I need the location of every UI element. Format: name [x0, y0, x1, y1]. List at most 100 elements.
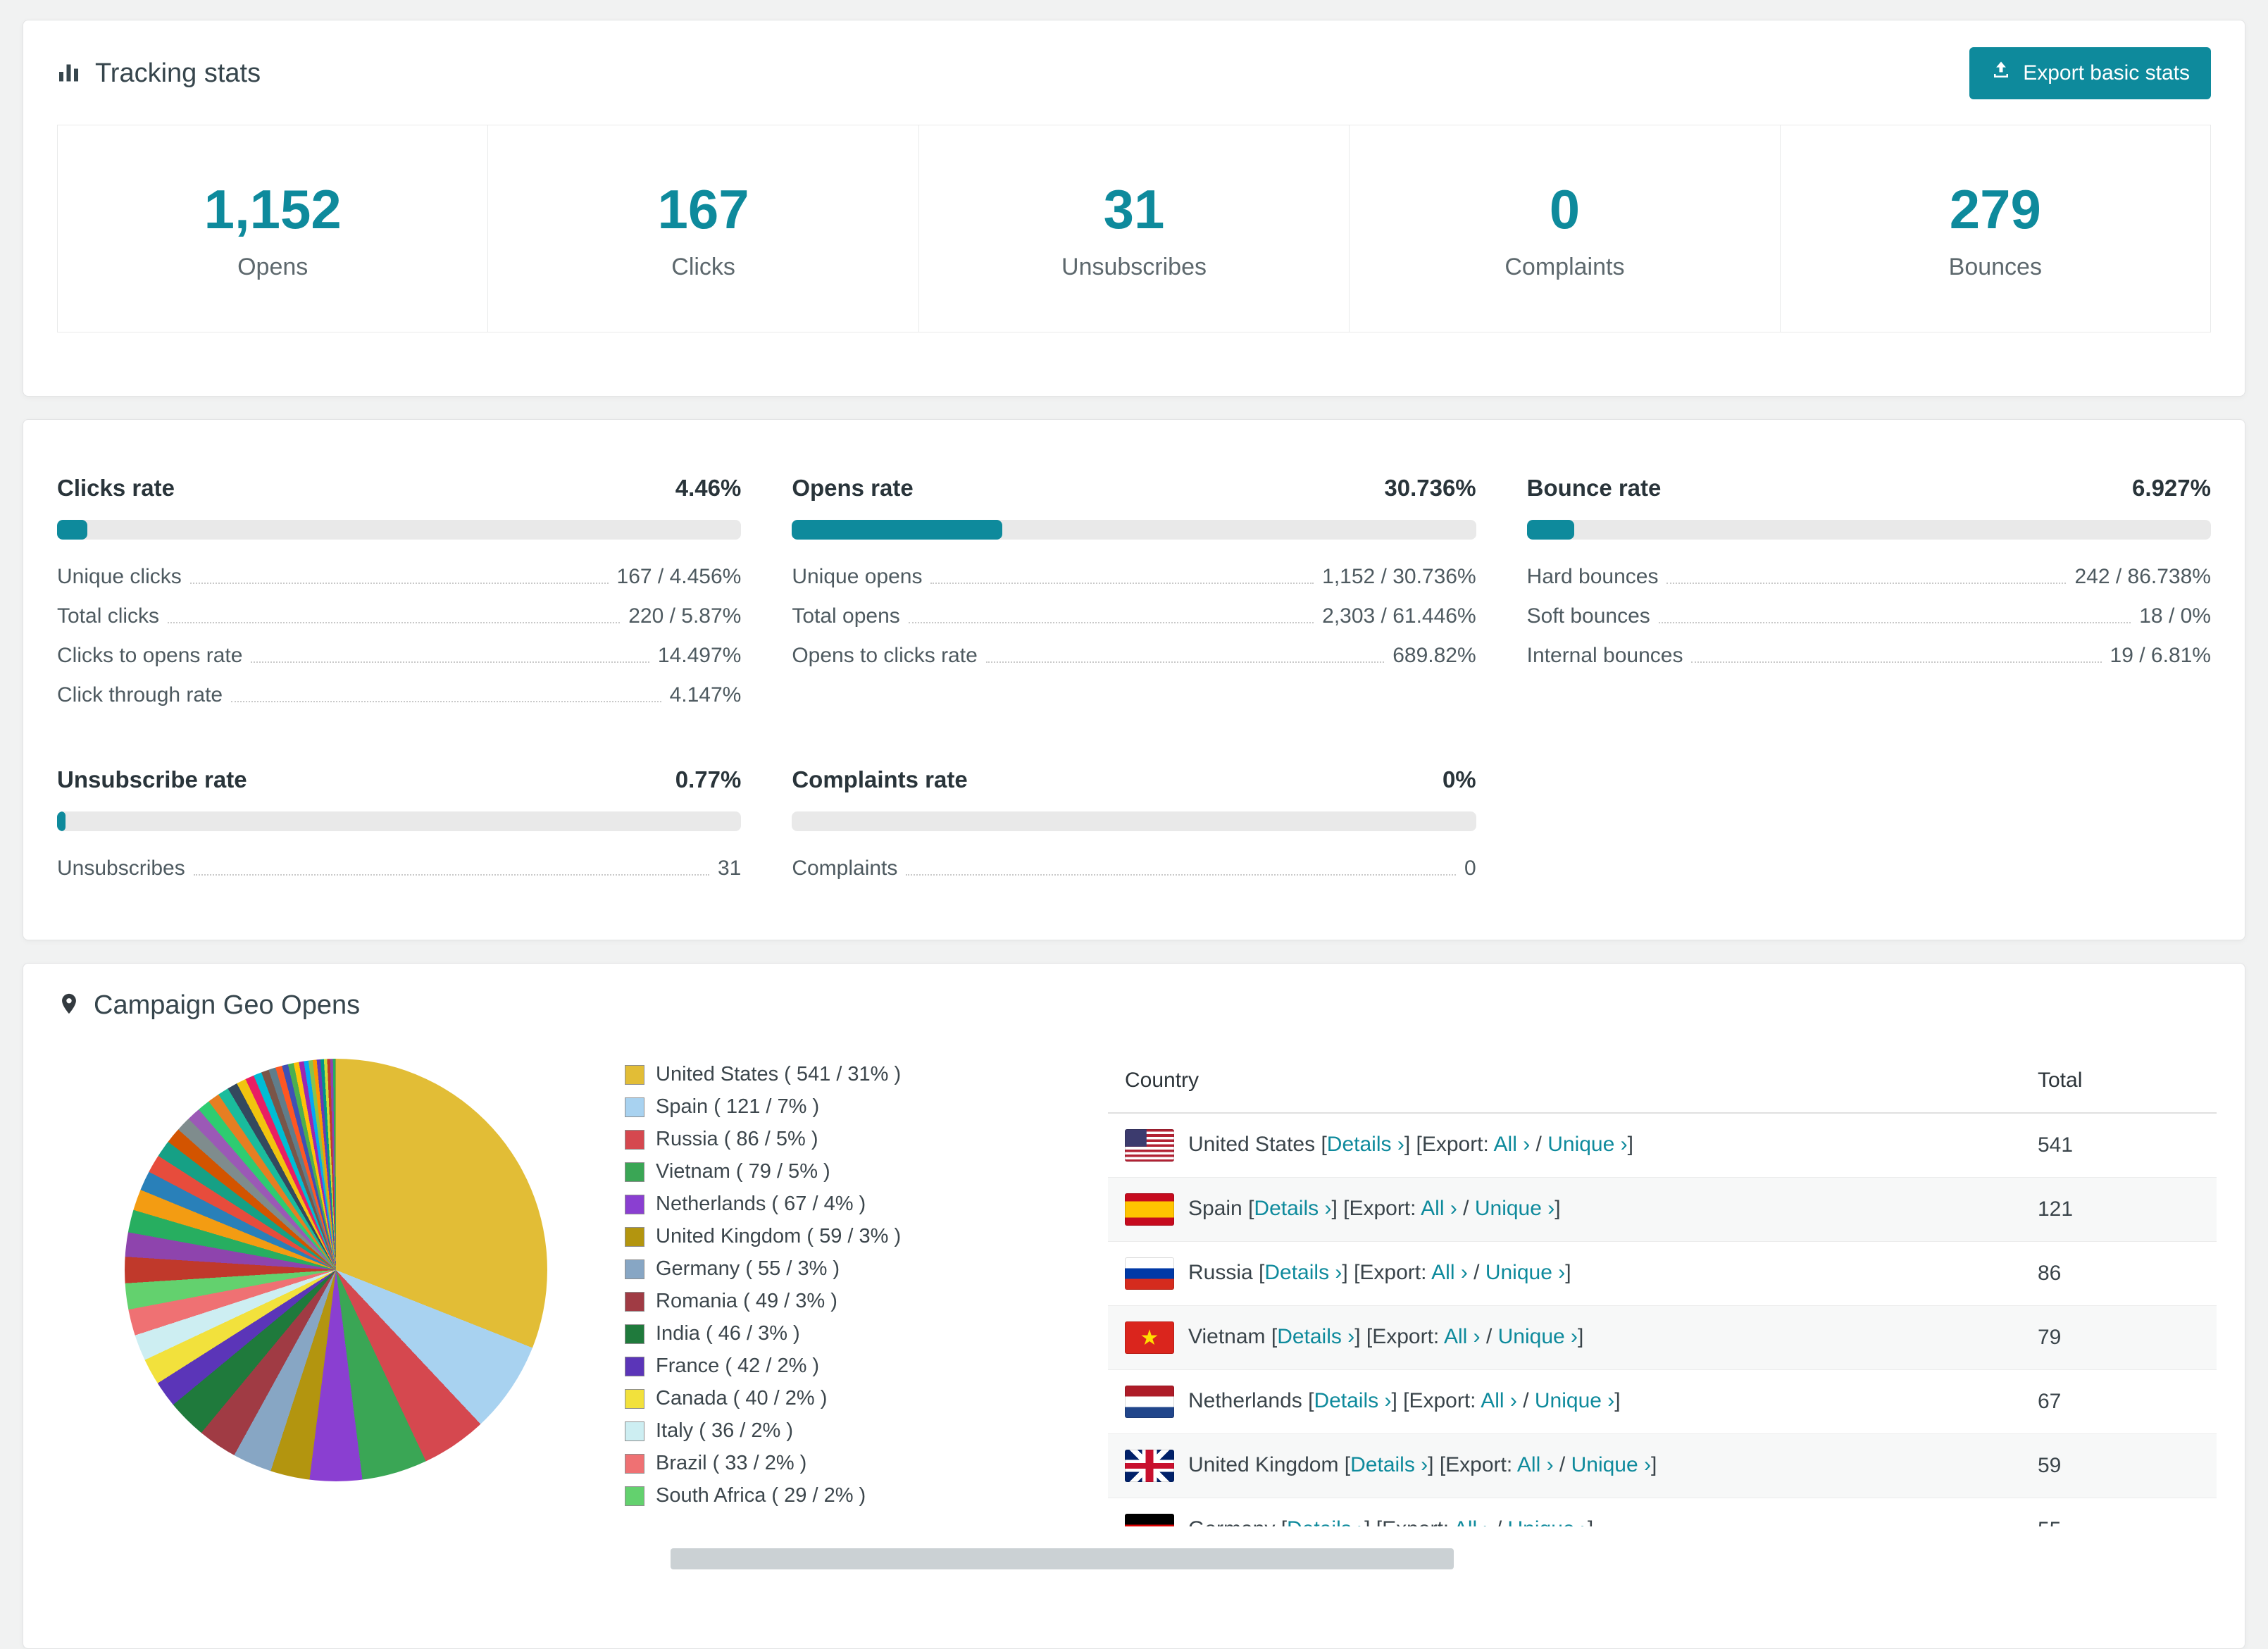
dotted-leader [168, 622, 621, 623]
country-total: 67 [2021, 1369, 2217, 1434]
export-all-link[interactable]: All › [1517, 1453, 1554, 1476]
legend-item: Brazil ( 33 / 2% ) [625, 1452, 1047, 1475]
rate-progress-bar [1526, 520, 2211, 540]
metric-rows: Complaints 0 [792, 857, 1476, 880]
rate-progress-bar [57, 811, 742, 831]
rate-progress-fill [57, 520, 88, 540]
geo-pie-chart [125, 1059, 547, 1481]
metric-row: Hard bounces 242 / 86.738% [1527, 565, 2211, 589]
tracking-stats-card: Tracking stats Export basic stats 1,152 … [23, 20, 2245, 397]
bracket: ] [1565, 1260, 1571, 1284]
stat-box: 279 Bounces [1779, 125, 2212, 332]
export-unique-link[interactable]: Unique › [1498, 1325, 1578, 1348]
stat-value: 279 [1949, 178, 2041, 240]
legend-swatch [625, 1453, 644, 1474]
separator: / [1530, 1132, 1548, 1156]
export-all-link[interactable]: All › [1494, 1133, 1531, 1156]
metric-value: 0 [1464, 857, 1476, 880]
details-link[interactable]: Details › [1314, 1389, 1391, 1412]
metric-value: 220 / 5.87% [628, 604, 742, 628]
country-flag-icon [1125, 1514, 1174, 1526]
table-row: United States [Details ›] [Export: All ›… [1108, 1113, 2217, 1178]
rate-percent: 0.77% [675, 766, 742, 792]
export-all-link[interactable]: All › [1481, 1389, 1517, 1412]
stat-label: Clicks [671, 254, 735, 280]
export-all-link[interactable]: All › [1444, 1325, 1481, 1348]
export-unique-link[interactable]: Unique › [1475, 1197, 1554, 1220]
legend-label: France ( 42 / 2% ) [656, 1355, 820, 1377]
export-unique-link[interactable]: Unique › [1535, 1389, 1614, 1412]
rate-progress-fill [792, 520, 1002, 540]
details-link[interactable]: Details › [1264, 1261, 1342, 1284]
export-all-link[interactable]: All › [1431, 1261, 1468, 1284]
legend-label: Canada ( 40 / 2% ) [656, 1387, 828, 1410]
legend-label: South Africa ( 29 / 2% ) [656, 1484, 866, 1507]
legend-item: India ( 46 / 3% ) [625, 1322, 1047, 1345]
country-name: Spain [1188, 1196, 1242, 1220]
metric-label: Total clicks [57, 604, 160, 628]
metric-label: Unique clicks [57, 565, 182, 588]
separator: / [1516, 1388, 1535, 1412]
geo-table-header-row: Country Total [1108, 1049, 2217, 1114]
legend-label: United Kingdom ( 59 / 3% ) [656, 1225, 902, 1247]
rate-panel: Opens rate 30.736% Unique opens 1,152 / … [792, 475, 1476, 707]
export-all-link[interactable]: All › [1421, 1197, 1457, 1220]
export-unique-link[interactable]: Unique › [1571, 1453, 1651, 1476]
horizontal-scrollbar-thumb[interactable] [671, 1548, 1454, 1569]
export-all-link[interactable]: All › [1454, 1517, 1490, 1526]
export-unique-link[interactable]: Unique › [1508, 1517, 1588, 1526]
page: Tracking stats Export basic stats 1,152 … [0, 0, 2268, 1649]
metric-value: 31 [717, 857, 742, 880]
country-total: 121 [2021, 1177, 2217, 1242]
country-total: 59 [2021, 1433, 2217, 1498]
geo-opens-header: Campaign Geo Opens [23, 964, 2245, 1042]
legend-item: Romania ( 49 / 3% ) [625, 1290, 1047, 1313]
table-row: Vietnam [Details ›] [Export: All › / Uni… [1108, 1305, 2217, 1370]
country-total: 55 [2021, 1498, 2217, 1526]
details-link[interactable]: Details › [1254, 1197, 1331, 1220]
metric-row: Soft bounces 18 / 0% [1527, 604, 2211, 628]
stats-row: 1,152 Opens 167 Clicks 31 Unsubscribes 0… [57, 125, 2212, 332]
details-link[interactable]: Details › [1350, 1453, 1428, 1476]
metric-label: Total opens [792, 604, 900, 628]
legend-label: Romania ( 49 / 3% ) [656, 1290, 837, 1312]
export-unique-link[interactable]: Unique › [1485, 1261, 1565, 1284]
stat-label: Unsubscribes [1061, 254, 1207, 280]
bracket: [ [1252, 1260, 1265, 1284]
export-unique-link[interactable]: Unique › [1547, 1133, 1627, 1156]
geo-table-wrap: Country Total United States [Details ›] … [1108, 1049, 2217, 1526]
table-row: United Kingdom [Details ›] [Export: All … [1108, 1433, 2217, 1498]
dotted-leader [1658, 622, 2131, 623]
details-link[interactable]: Details › [1277, 1325, 1354, 1348]
stat-value: 1,152 [204, 178, 342, 240]
country-name: Netherlands [1188, 1388, 1302, 1412]
dotted-leader [1691, 661, 2102, 663]
metric-row: Total clicks 220 / 5.87% [57, 604, 741, 628]
stat-box: 1,152 Opens [57, 125, 489, 332]
country-flag-icon [1125, 1129, 1174, 1162]
geo-content: United States ( 541 / 31% ) Spain ( 121 … [23, 1042, 2245, 1526]
bracket: ] [1554, 1196, 1561, 1220]
metric-rows: Hard bounces 242 / 86.738% Soft bounces … [1527, 565, 2211, 668]
legend-item: Italy ( 36 / 2% ) [625, 1419, 1047, 1443]
stat-value: 0 [1549, 178, 1581, 240]
metric-value: 19 / 6.81% [2110, 644, 2211, 667]
details-link[interactable]: Details › [1327, 1133, 1404, 1156]
legend-swatch [625, 1097, 644, 1117]
legend-label: Spain ( 121 / 7% ) [656, 1095, 820, 1118]
stat-label: Complaints [1504, 254, 1625, 280]
metric-value: 4.147% [669, 683, 742, 707]
bracket: [ [1265, 1324, 1278, 1348]
stat-value: 167 [657, 178, 749, 240]
metric-value: 18 / 0% [2139, 604, 2211, 628]
rate-percent: 4.46% [675, 475, 742, 501]
metric-rows: Unique clicks 167 / 4.456% Total clicks … [57, 565, 741, 707]
legend-label: Germany ( 55 / 3% ) [656, 1257, 840, 1280]
metric-row: Unique opens 1,152 / 30.736% [792, 565, 1476, 589]
details-link[interactable]: Details › [1287, 1517, 1364, 1526]
map-pin-icon [57, 992, 81, 1019]
separator: / [1490, 1517, 1507, 1526]
export-basic-stats-button[interactable]: Export basic stats [1969, 47, 2211, 99]
metric-value: 2,303 / 61.446% [1322, 604, 1476, 628]
legend-item: Canada ( 40 / 2% ) [625, 1387, 1047, 1410]
